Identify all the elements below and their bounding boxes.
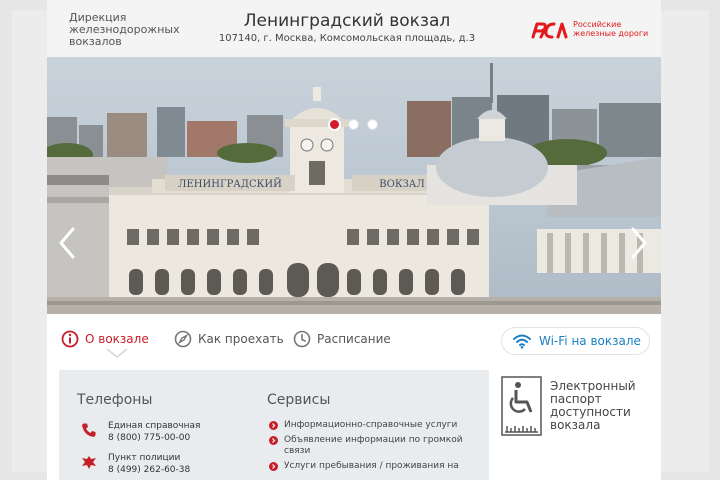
page-edge-right [661,10,709,472]
page-edge-left [12,10,47,472]
wifi-icon [513,334,531,349]
compass-icon [174,330,192,348]
hero-slider[interactable]: ЛЕНИНГРАДСКИЙ ВОКЗАЛ [47,57,661,314]
rzd-logo-icon[interactable] [530,20,568,40]
wifi-button[interactable]: Wi-Fi на вокзале [502,328,649,354]
phone-title: Пункт полиции [108,453,181,463]
clock-icon [293,330,311,348]
station-page: Дирекция железнодорожных вокзалов Ленинг… [47,0,661,480]
station-info-panel: Телефоны Единая справочная 8 (800) 775-0… [59,370,489,480]
tab-about-label: О вокзале [85,332,149,346]
service-label: Услуги пребывания / проживания на [284,461,459,471]
chevron-bullet-icon [269,436,278,445]
phone-number: 8 (800) 775-00-00 [108,433,191,443]
passport-label: Электронный паспорт доступности вокзала [550,379,636,432]
rzd-logo-line: Российские [573,20,622,29]
tab-schedule[interactable]: Расписание [293,329,391,349]
service-item[interactable]: Информационно-справочные услуги [269,420,484,431]
rzd-logo-line: железные дороги [573,29,649,38]
phones-heading: Телефоны [77,392,153,408]
building-sign-right: ВОКЗАЛ [379,179,424,190]
wifi-label: Wi-Fi на вокзале [539,334,641,348]
phone-icon [82,423,96,437]
tab-schedule-label: Расписание [317,332,391,346]
info-icon [61,330,79,348]
active-tab-caret-icon [106,348,128,358]
slider-dots [329,119,378,131]
chevron-bullet-icon [269,421,278,430]
tab-directions[interactable]: Как проехать [174,329,284,349]
station-address: 107140, г. Москва, Комсомольская площадь… [218,33,476,44]
slider-dot-2[interactable] [348,119,359,130]
rzd-logo-text[interactable]: Российские железные дороги [573,20,648,38]
service-label: Информационно-справочные услуги [284,420,458,430]
chevron-right-icon[interactable] [630,227,648,259]
building-sign-left: ЛЕНИНГРАДСКИЙ [178,178,282,190]
accessibility-icon [501,376,542,436]
service-label: Объявление информации по громкой связи [284,435,463,456]
chevron-left-icon[interactable] [58,227,76,259]
tab-directions-label: Как проехать [198,332,284,346]
slider-dot-3[interactable] [367,119,378,130]
services-heading: Сервисы [267,392,331,408]
site-header: Дирекция железнодорожных вокзалов Ленинг… [47,0,661,57]
police-emblem-icon [82,456,96,469]
phone-number: 8 (499) 262-60-38 [108,465,191,475]
service-item[interactable]: Услуги пребывания / проживания на [269,461,484,472]
services-list: Информационно-справочные услуги Объявлен… [269,420,484,476]
org-name-line: вокзалов [69,35,122,48]
chevron-bullet-icon [269,462,278,471]
service-item[interactable]: Объявление информации по громкой связи [269,435,484,457]
tab-about[interactable]: О вокзале [61,329,149,349]
phone-title: Единая справочная [108,421,201,431]
section-tabs: О вокзале Как проехать Расписание Wi-Fi … [47,314,661,370]
station-photo: ЛЕНИНГРАДСКИЙ ВОКЗАЛ [47,57,661,314]
slider-dot-1[interactable] [329,119,340,130]
org-name[interactable]: Дирекция железнодорожных вокзалов [69,12,199,48]
page-title: Ленинградский вокзал [243,11,451,31]
accessibility-passport-link[interactable]: Электронный паспорт доступности вокзала [501,376,651,446]
